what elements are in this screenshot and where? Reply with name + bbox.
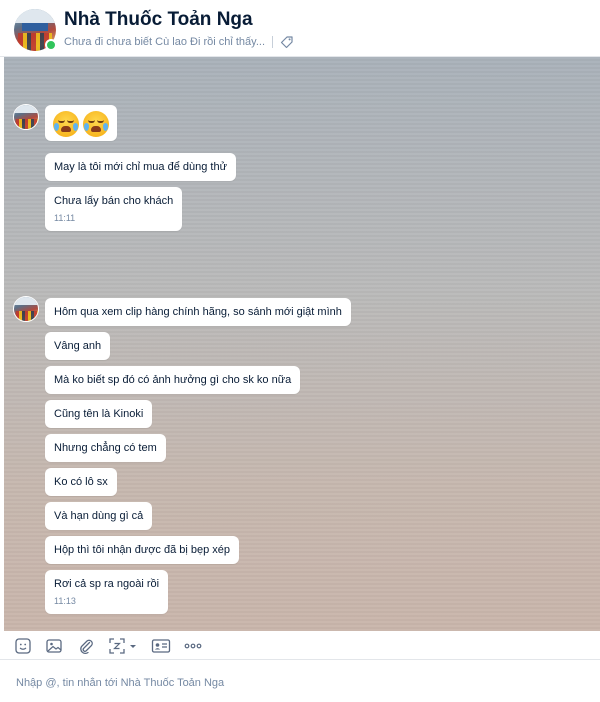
message-bubble[interactable]: Và hạn dùng gì cả bbox=[45, 502, 153, 530]
message-text: Hộp thì tôi nhận được đã bị bẹp xép bbox=[54, 544, 231, 556]
message-bubble[interactable]: Hộp thì tôi nhận được đã bị bẹp xép bbox=[45, 536, 240, 564]
message-bubble[interactable]: Rơi cả sp ra ngoài rồi 11:13 bbox=[45, 570, 169, 614]
image-icon[interactable] bbox=[45, 637, 63, 654]
contact-name[interactable]: Nhà Thuốc Toản Nga bbox=[64, 9, 253, 31]
message-text: Cũng tên là Kinoki bbox=[54, 408, 144, 420]
message-time: 11:13 bbox=[54, 596, 76, 606]
message-bubble[interactable]: Hôm qua xem clip hàng chính hãng, so sán… bbox=[45, 298, 351, 326]
message-text: Mà ko biết sp đó có ảnh hưởng gì cho sk … bbox=[54, 374, 292, 386]
sender-avatar[interactable] bbox=[13, 104, 39, 130]
message-time: 11:11 bbox=[54, 213, 76, 223]
message-text: Ko có lô sx bbox=[54, 476, 108, 488]
chat-header: Nhà Thuốc Toản Nga Chưa đi chưa biết Cù … bbox=[0, 0, 600, 57]
message-bubble[interactable]: Vâng anh bbox=[45, 332, 111, 360]
contact-card-icon[interactable] bbox=[151, 637, 171, 654]
message-input[interactable] bbox=[16, 675, 586, 691]
message-bubble[interactable]: Cũng tên là Kinoki bbox=[45, 400, 153, 428]
composer bbox=[0, 660, 600, 702]
tag-icon[interactable] bbox=[280, 35, 294, 49]
message-text: Và hạn dùng gì cả bbox=[54, 510, 144, 522]
message-text: Rơi cả sp ra ngoài rồi bbox=[54, 578, 160, 590]
crying-face-icon bbox=[53, 111, 79, 137]
message-text: Vâng anh bbox=[54, 340, 102, 352]
sticker-icon[interactable] bbox=[14, 637, 32, 654]
message-text: Nhưng chẳng có tem bbox=[54, 442, 157, 454]
online-status-dot bbox=[45, 39, 57, 51]
message-bubble[interactable]: Chưa lấy bán cho khách 11:11 bbox=[45, 187, 183, 231]
contact-status-row: Chưa đi chưa biết Cù lao Đi rồi chỉ thấy… bbox=[64, 35, 294, 49]
screenshot-icon[interactable] bbox=[108, 637, 126, 654]
message-text: Chưa lấy bán cho khách bbox=[54, 195, 174, 207]
emoji-message[interactable] bbox=[45, 105, 117, 141]
crying-face-icon bbox=[83, 111, 109, 137]
message-bubble[interactable]: Nhưng chẳng có tem bbox=[45, 434, 166, 462]
message-text: May là tôi mới chỉ mua để dùng thử bbox=[54, 161, 227, 173]
chevron-down-icon[interactable] bbox=[128, 637, 138, 654]
chat-messages-area[interactable]: May là tôi mới chỉ mua để dùng thử Chưa … bbox=[4, 57, 600, 631]
contact-status-text: Chưa đi chưa biết Cù lao Đi rồi chỉ thấy… bbox=[64, 36, 266, 48]
attach-icon[interactable] bbox=[77, 637, 95, 654]
composer-toolbar bbox=[0, 631, 600, 660]
message-bubble[interactable]: Mà ko biết sp đó có ảnh hưởng gì cho sk … bbox=[45, 366, 301, 394]
sender-avatar[interactable] bbox=[13, 296, 39, 322]
subtitle-divider bbox=[272, 36, 274, 48]
more-icon[interactable] bbox=[183, 637, 203, 654]
message-bubble[interactable]: Ko có lô sx bbox=[45, 468, 117, 496]
message-text: Hôm qua xem clip hàng chính hãng, so sán… bbox=[54, 306, 342, 318]
message-bubble[interactable]: May là tôi mới chỉ mua để dùng thử bbox=[45, 153, 236, 181]
